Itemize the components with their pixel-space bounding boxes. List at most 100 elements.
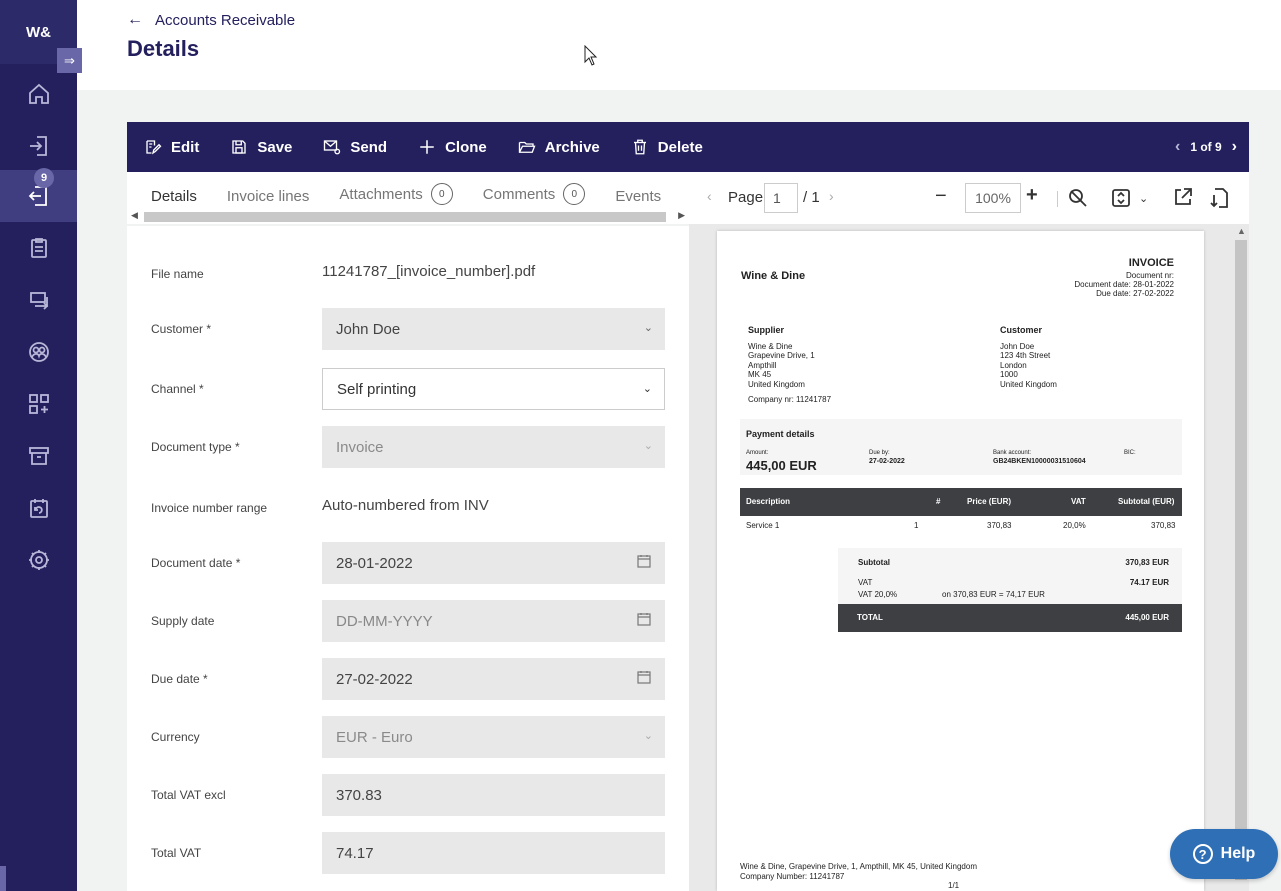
settings-icon: [28, 550, 49, 570]
nav-transactions[interactable]: [0, 274, 77, 326]
tab-events-label: Events: [615, 188, 662, 205]
attachments-count-badge: 0: [430, 183, 453, 205]
nav-archive[interactable]: [0, 430, 77, 482]
doc-supplier-line: Wine & Dine: [748, 342, 793, 351]
page-total: / 1: [803, 189, 820, 206]
scroll-up-icon[interactable]: ▲: [1237, 226, 1246, 236]
record-pager: ‹ 1 of 9 ›: [1175, 122, 1237, 172]
doc-vat-rate: VAT 20,0%: [858, 590, 898, 599]
incoming-document-icon: [29, 136, 47, 156]
chevron-down-icon: ⌄: [642, 383, 652, 395]
doc-cell: 370,83: [1151, 521, 1176, 530]
doc-due-date: Due date: 27-02-2022: [1096, 289, 1174, 298]
viewer-scrollbar-thumb[interactable]: [1235, 240, 1247, 880]
home-icon: [28, 83, 49, 104]
supply-date-field[interactable]: DD-MM-YYYY: [322, 600, 665, 642]
total-vat-excl-field[interactable]: 370.83: [322, 774, 665, 816]
back-link[interactable]: ← Accounts Receivable: [127, 11, 295, 29]
details-form: File name 11241787_[invoice_number].pdf …: [127, 226, 689, 891]
tab-invoice-lines-label: Invoice lines: [226, 188, 310, 205]
doc-supplier-line: United Kingdom: [748, 380, 805, 389]
nav-badge-count: 9: [34, 168, 54, 188]
tab-events[interactable]: Events: [615, 188, 661, 210]
plus-icon: [420, 140, 434, 154]
page-label: Page: [728, 189, 764, 206]
tab-details[interactable]: Details: [151, 188, 197, 210]
clone-button[interactable]: Clone: [418, 138, 487, 156]
nav-accounts-payable[interactable]: [0, 120, 77, 172]
nav-schedule[interactable]: [0, 482, 77, 534]
archive-button[interactable]: Archive: [518, 138, 600, 156]
tabs-scrollbar[interactable]: ◀ ▶: [127, 210, 689, 224]
calendar-icon[interactable]: [637, 670, 651, 684]
doc-col-subtotal: Subtotal (EUR): [1118, 497, 1175, 506]
currency-select[interactable]: EUR - Euro ⌄: [322, 716, 665, 758]
comments-count-badge: 0: [563, 183, 586, 205]
doc-vat-detail: on 370,83 EUR = 74,17 EUR: [942, 590, 1045, 599]
fit-page-icon: [1112, 189, 1130, 207]
apps-icon: [28, 394, 49, 414]
tab-invoice-lines[interactable]: Invoice lines: [227, 188, 310, 210]
customer-select[interactable]: John Doe ⌄: [322, 308, 665, 350]
doc-subtotal-value: 370,83 EUR: [1125, 558, 1169, 567]
total-vat-excl-label: Total VAT excl: [151, 788, 226, 802]
save-icon: [232, 140, 247, 154]
doc-customer-line: London: [1000, 361, 1027, 370]
channel-select[interactable]: Self printing ⌄: [322, 368, 665, 410]
calendar-icon[interactable]: [637, 612, 651, 626]
nav-settings[interactable]: [0, 534, 77, 586]
page-number-input[interactable]: 1: [764, 183, 798, 213]
scroll-left-icon[interactable]: ◀: [131, 210, 138, 221]
fit-page-dropdown[interactable]: ⌄: [1111, 188, 1148, 208]
help-label: Help: [1220, 845, 1256, 862]
question-icon: ?: [1192, 844, 1213, 864]
nav-home[interactable]: [0, 68, 77, 120]
document-type-value: Invoice: [336, 438, 384, 456]
edit-button[interactable]: Edit: [144, 138, 199, 156]
sidebar: W& ⇒ 9: [0, 0, 82, 891]
zoom-in-icon[interactable]: +: [1026, 184, 1038, 207]
due-date-field[interactable]: 27-02-2022: [322, 658, 665, 700]
scrollbar-thumb[interactable]: [144, 212, 666, 222]
zoom-input[interactable]: 100%: [965, 183, 1021, 213]
zoom-out-icon[interactable]: −: [935, 185, 947, 208]
zoom-reset-icon[interactable]: [1068, 188, 1088, 208]
doc-due-by-value: 27-02-2022: [869, 458, 905, 465]
send-button[interactable]: Send: [323, 138, 387, 156]
next-record-icon[interactable]: ›: [1232, 138, 1237, 156]
delete-button[interactable]: Delete: [631, 138, 703, 156]
page-header: ← Accounts Receivable Details: [77, 0, 1281, 90]
nav-apps[interactable]: [0, 378, 77, 430]
scroll-right-icon[interactable]: ▶: [678, 210, 685, 221]
nav-contacts[interactable]: [0, 326, 77, 378]
transfer-icon: [29, 292, 48, 310]
doc-vat-value: 74.17 EUR: [1129, 578, 1169, 587]
nav-tasks[interactable]: [0, 222, 77, 274]
calendar-icon[interactable]: [637, 554, 651, 568]
collapse-sidebar-icon[interactable]: ⇒: [57, 48, 82, 73]
sidebar-bottom-strip: [0, 866, 6, 891]
doc-col-qty: #: [936, 497, 941, 506]
next-page-icon[interactable]: ›: [829, 188, 834, 204]
doc-footer-address: Wine & Dine, Grapevine Drive, 1, Ampthil…: [740, 862, 977, 871]
previous-page-icon[interactable]: ‹: [707, 188, 712, 204]
chevron-down-icon: ⌄: [643, 730, 653, 742]
doc-customer-title: Customer: [1000, 325, 1043, 335]
previous-record-icon[interactable]: ‹: [1175, 138, 1180, 156]
save-button[interactable]: Save: [230, 138, 292, 156]
document-date-field[interactable]: 28-01-2022: [322, 542, 665, 584]
tab-attachments[interactable]: Attachments 0: [339, 183, 453, 210]
download-document-icon[interactable]: [1209, 187, 1229, 209]
back-label: Accounts Receivable: [155, 11, 296, 29]
help-button[interactable]: ? Help: [1170, 829, 1278, 879]
tab-comments[interactable]: Comments 0: [483, 183, 586, 210]
open-external-icon[interactable]: [1173, 187, 1193, 207]
customer-label: Customer *: [151, 322, 212, 336]
total-vat-field[interactable]: 74.17: [322, 832, 665, 874]
doc-company-name: Wine & Dine: [741, 270, 806, 282]
doc-cell: 20,0%: [1063, 521, 1086, 530]
doc-col-description: Description: [746, 497, 791, 506]
viewer-scrollbar[interactable]: ▲: [1233, 224, 1249, 891]
document-type-select[interactable]: Invoice ⌄: [322, 426, 665, 468]
doc-cell: 1: [914, 521, 919, 530]
